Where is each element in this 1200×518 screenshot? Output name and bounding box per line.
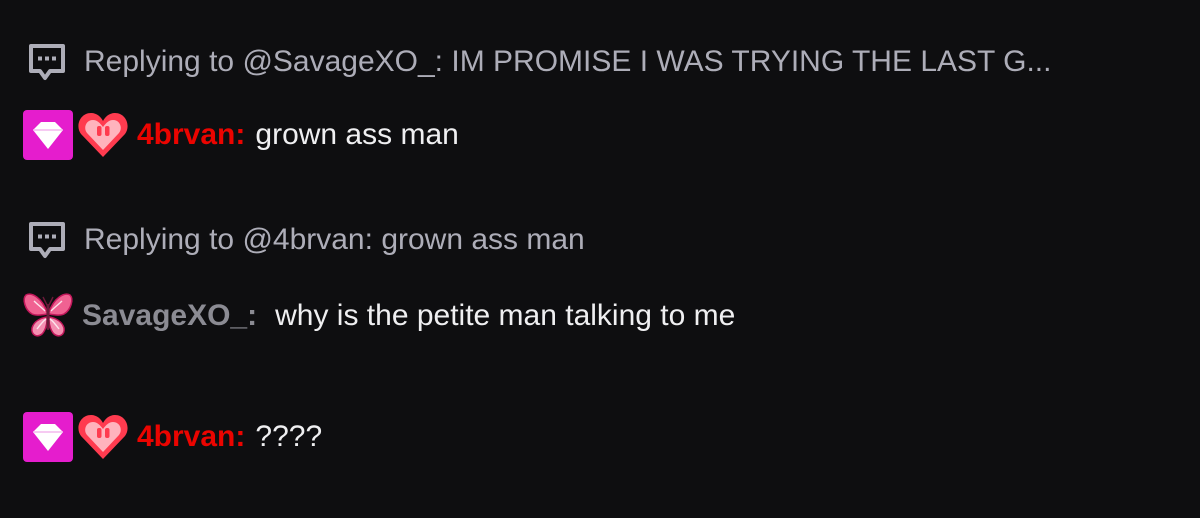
reply-target-mention[interactable]: @SavageXO_: bbox=[242, 45, 443, 79]
chat-username[interactable]: 4brvan: bbox=[137, 118, 245, 152]
reply-quoted-text: grown ass man bbox=[381, 223, 585, 256]
diamond-badge-icon[interactable] bbox=[22, 411, 74, 463]
heart-badge-icon[interactable] bbox=[77, 411, 129, 463]
reply-prefix: Replying to bbox=[84, 223, 235, 256]
reply-context[interactable]: Replying to @4brvan: grown ass man bbox=[26, 218, 585, 262]
chat-message: 4brvan: ???? bbox=[22, 409, 322, 465]
heart-badge-icon[interactable] bbox=[77, 109, 129, 161]
reply-prefix: Replying to bbox=[84, 45, 235, 78]
butterfly-badge-icon[interactable] bbox=[22, 290, 74, 342]
reply-context[interactable]: Replying to @SavageXO_: IM PROMISE I WAS… bbox=[26, 40, 1051, 84]
reply-icon bbox=[29, 44, 65, 80]
reply-target-mention[interactable]: @4brvan: bbox=[242, 223, 373, 257]
chat-message-text: grown ass man bbox=[255, 118, 459, 151]
chat-username[interactable]: 4brvan: bbox=[137, 420, 245, 454]
chat-message: 4brvan: grown ass man bbox=[22, 107, 459, 163]
chat-message-text: why is the petite man talking to me bbox=[275, 299, 736, 332]
reply-quoted-text: IM PROMISE I WAS TRYING THE LAST G... bbox=[451, 45, 1052, 78]
chat-username[interactable]: SavageXO_: bbox=[82, 299, 257, 333]
chat-message: SavageXO_: why is the petite man talking… bbox=[22, 288, 735, 344]
chat-message-text: ???? bbox=[255, 420, 323, 453]
reply-icon bbox=[29, 222, 65, 258]
diamond-badge-icon[interactable] bbox=[22, 109, 74, 161]
chat-log: Replying to @SavageXO_: IM PROMISE I WAS… bbox=[0, 0, 1200, 518]
